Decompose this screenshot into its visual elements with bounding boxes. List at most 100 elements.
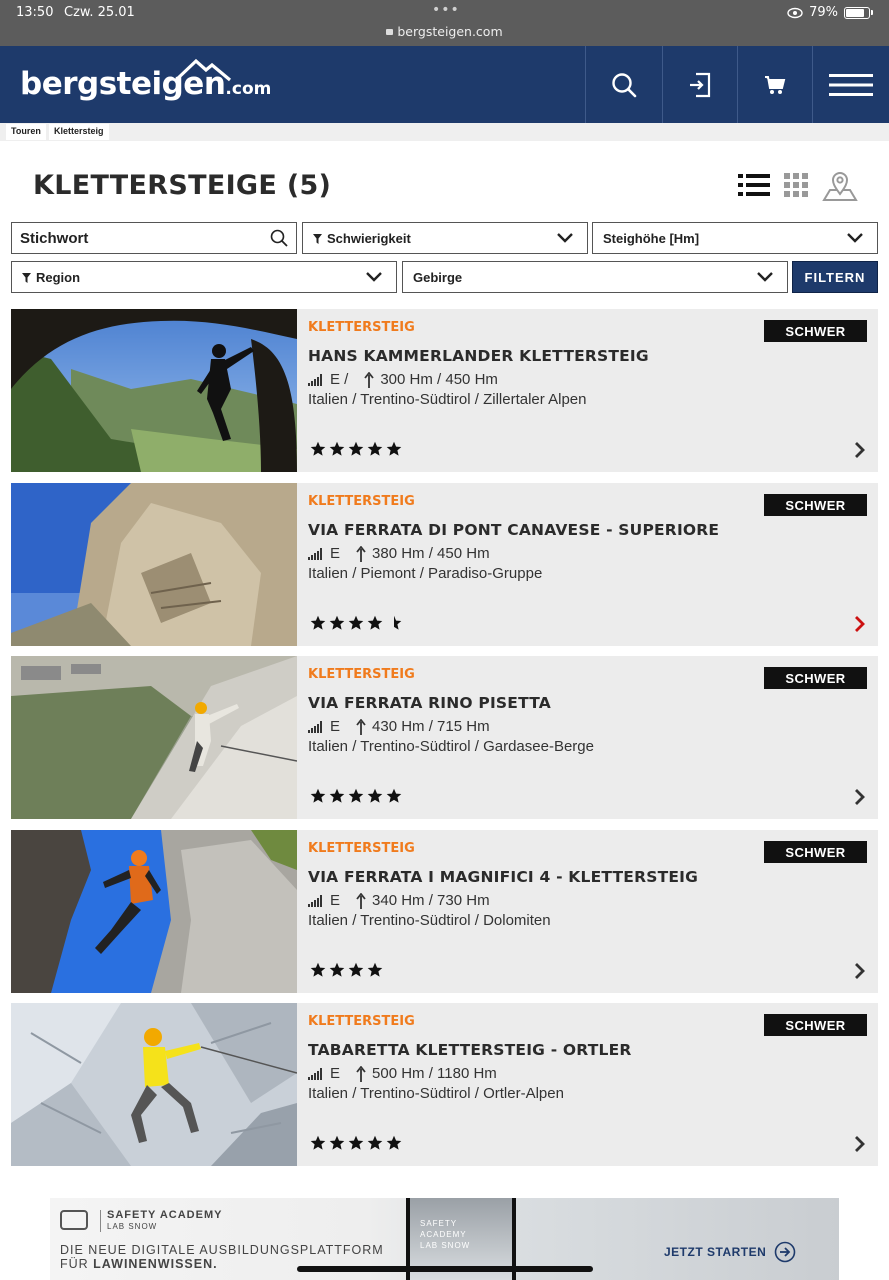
search-icon[interactable] <box>270 229 288 247</box>
arrow-right-circle-icon <box>774 1241 796 1263</box>
list-view-button[interactable] <box>738 172 770 203</box>
star-icon <box>348 1135 364 1150</box>
home-indicator[interactable] <box>297 1266 593 1272</box>
keyword-search-field[interactable] <box>11 222 297 254</box>
tour-card[interactable]: KLETTERSTEIG SCHWER TABARETTA KLETTERSTE… <box>11 1003 878 1166</box>
battery-percent: 79% <box>809 5 838 20</box>
cart-button[interactable] <box>737 46 812 123</box>
grid-view-button[interactable] <box>784 172 810 203</box>
difficulty-badge: SCHWER <box>764 841 867 863</box>
chevron-right-icon[interactable] <box>854 788 866 806</box>
difficulty-bars-icon <box>308 547 322 560</box>
ad-text-line2-bold: LAWINENWISSEN. <box>93 1257 218 1271</box>
lock-icon <box>386 29 394 35</box>
tour-grade: E <box>330 718 341 735</box>
tour-meta: E / 300 Hm / 450 Hm <box>308 371 498 388</box>
search-icon <box>612 72 637 97</box>
chevron-right-icon[interactable] <box>854 1135 866 1153</box>
ad-phone-text-1: SAFETY <box>420 1219 458 1228</box>
site-logo[interactable]: bergsteigen.com <box>20 58 272 102</box>
tour-image[interactable] <box>11 1003 297 1166</box>
ad-phone-text-3: LAB SNOW <box>420 1241 471 1250</box>
multitasking-dots-icon[interactable]: ••• <box>432 2 460 18</box>
rating-stars <box>310 1135 402 1151</box>
tour-category: KLETTERSTEIG <box>308 494 415 509</box>
tour-location: Italien / Trentino-Südtirol / Ortler-Alp… <box>308 1085 564 1102</box>
region-label: Region <box>36 269 81 285</box>
tour-card[interactable]: KLETTERSTEIG SCHWER HANS KAMMERLANDER KL… <box>11 309 878 472</box>
tour-ascent: 430 Hm / 715 Hm <box>372 718 490 735</box>
cart-icon <box>765 75 786 94</box>
ad-text-line1: DIE NEUE DIGITALE AUSBILDUNGSPLATTFORM <box>60 1243 384 1257</box>
tour-location: Italien / Trentino-Südtirol / Gardasee-B… <box>308 738 594 755</box>
tour-category: KLETTERSTEIG <box>308 841 415 856</box>
filter-submit-button[interactable]: FILTERN <box>792 261 878 293</box>
tour-image[interactable] <box>11 309 297 472</box>
tour-meta: E 430 Hm / 715 Hm <box>308 718 490 735</box>
tour-location: Italien / Piemont / Paradiso-Gruppe <box>308 565 543 582</box>
star-icon <box>329 788 345 803</box>
tour-meta: E 380 Hm / 450 Hm <box>308 545 490 562</box>
ad-phone-text-2: ACADEMY <box>420 1230 467 1239</box>
tour-meta: E 340 Hm / 730 Hm <box>308 892 490 909</box>
star-icon <box>329 615 345 630</box>
address-url: bergsteigen.com <box>397 24 503 39</box>
chevron-right-icon[interactable] <box>854 615 866 633</box>
tour-card[interactable]: KLETTERSTEIG SCHWER VIA FERRATA RINO PIS… <box>11 656 878 819</box>
ascent-height-select[interactable]: Steighöhe [Hm] <box>592 222 878 254</box>
tour-image[interactable] <box>11 830 297 993</box>
login-button[interactable] <box>662 46 737 123</box>
difficulty-badge: SCHWER <box>764 320 867 342</box>
mountain-range-select[interactable]: Gebirge <box>402 261 788 293</box>
tour-title[interactable]: VIA FERRATA I MAGNIFICI 4 - KLETTERSTEIG <box>308 868 698 886</box>
rating-stars <box>310 788 402 804</box>
region-select[interactable]: Region <box>11 261 397 293</box>
difficulty-select[interactable]: Schwierigkeit <box>302 222 588 254</box>
chevron-down-icon <box>557 233 573 243</box>
ascent-arrow-icon <box>364 371 375 388</box>
tour-grade: E / <box>330 371 349 388</box>
tour-title[interactable]: VIA FERRATA DI PONT CANAVESE - SUPERIORE <box>308 521 719 539</box>
ad-text-line2-prefix: FÜR <box>60 1257 94 1271</box>
address-bar[interactable]: bergsteigen.com <box>0 24 889 39</box>
ad-brand: SAFETY ACADEMY LAB SNOW <box>100 1210 222 1232</box>
map-view-button[interactable] <box>822 170 858 207</box>
breadcrumb: Touren Klettersteig <box>0 123 889 141</box>
breadcrumb-item-touren[interactable]: Touren <box>6 124 46 140</box>
star-icon <box>348 441 364 456</box>
breadcrumb-item-klettersteig[interactable]: Klettersteig <box>49 124 109 140</box>
star-icon <box>310 615 326 630</box>
grid-view-icon <box>784 173 808 197</box>
tour-card[interactable]: KLETTERSTEIG SCHWER VIA FERRATA DI PONT … <box>11 483 878 646</box>
tour-title[interactable]: TABARETTA KLETTERSTEIG - ORTLER <box>308 1041 632 1059</box>
ascent-height-label: Steighöhe [Hm] <box>603 230 700 246</box>
tour-title[interactable]: VIA FERRATA RINO PISETTA <box>308 694 551 712</box>
tour-grade: E <box>330 892 341 909</box>
search-button[interactable] <box>585 46 662 123</box>
ascent-arrow-icon <box>356 892 366 909</box>
star-icon <box>367 615 383 630</box>
tour-ascent: 340 Hm / 730 Hm <box>372 892 490 909</box>
tour-title[interactable]: HANS KAMMERLANDER KLETTERSTEIG <box>308 347 649 365</box>
ad-cta-label: JETZT STARTEN <box>664 1245 767 1259</box>
ad-cta-button[interactable]: JETZT STARTEN <box>664 1241 796 1263</box>
tour-image[interactable] <box>11 483 297 646</box>
rating-stars <box>310 441 402 457</box>
difficulty-bars-icon <box>308 894 322 907</box>
keyword-search-input[interactable] <box>20 229 270 247</box>
filter-funnel-icon <box>22 272 31 283</box>
tour-card[interactable]: KLETTERSTEIG SCHWER VIA FERRATA I MAGNIF… <box>11 830 878 993</box>
difficulty-bars-icon <box>308 1067 322 1080</box>
logo-tld-text: .com <box>225 79 272 99</box>
tour-grade: E <box>330 1065 341 1082</box>
ascent-arrow-icon <box>356 545 366 562</box>
chevron-right-icon[interactable] <box>854 441 866 459</box>
rating-stars <box>310 615 402 631</box>
tour-meta: E 500 Hm / 1180 Hm <box>308 1065 497 1082</box>
tour-grade: E <box>330 545 341 562</box>
tour-image[interactable] <box>11 656 297 819</box>
difficulty-bars-icon <box>308 720 322 733</box>
chevron-right-icon[interactable] <box>854 962 866 980</box>
star-icon <box>386 441 402 456</box>
menu-button[interactable] <box>812 46 889 123</box>
